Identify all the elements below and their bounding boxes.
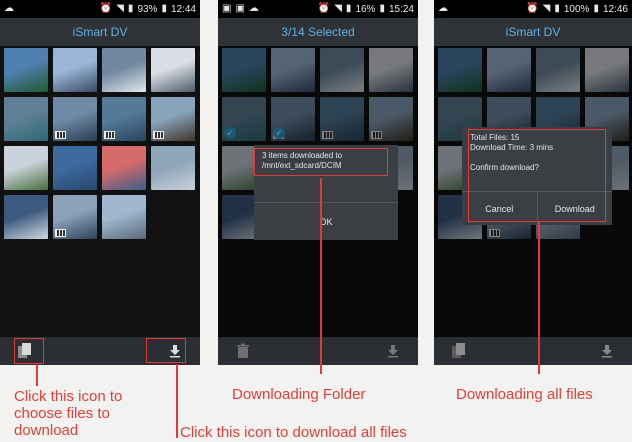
photo-thumbnail[interactable] bbox=[53, 195, 97, 239]
annotation-box-folder bbox=[254, 148, 388, 176]
photo-thumbnail[interactable] bbox=[4, 195, 48, 239]
photo-thumbnail[interactable] bbox=[151, 48, 195, 92]
caption-line: Click this icon to bbox=[14, 388, 123, 405]
annotation-box-confirm bbox=[468, 129, 606, 222]
bottom-toolbar bbox=[434, 337, 632, 365]
battery-icon: ▮ bbox=[593, 3, 599, 14]
photo-thumbnail[interactable] bbox=[53, 146, 97, 190]
caption-choose-files: Click this icon to choose files to downl… bbox=[14, 388, 122, 439]
clock: 12:44 bbox=[170, 3, 196, 15]
photo-thumbnail[interactable] bbox=[53, 97, 97, 141]
screen-confirm: ☁ ⏰ ◥ ▮ 100% ▮ 12:46 iSmart DV Total Fil… bbox=[434, 0, 632, 365]
battery-level: 100% bbox=[563, 3, 590, 15]
status-bar: ☁ ⏰ ◥ ▮ 93% ▮ 12:44 bbox=[0, 0, 200, 18]
callout-line-choose bbox=[36, 364, 38, 386]
battery-icon: ▮ bbox=[161, 3, 167, 14]
photo-thumbnail[interactable] bbox=[151, 97, 195, 141]
video-icon bbox=[55, 131, 66, 139]
caption-line: download bbox=[14, 422, 79, 439]
notification-icon: ▣ bbox=[222, 3, 232, 14]
signal-icon: ▮ bbox=[127, 3, 134, 14]
caption-downloading-all: Downloading all files bbox=[456, 386, 593, 403]
battery-level: 93% bbox=[137, 3, 158, 15]
notification-icon: ▣ bbox=[235, 3, 245, 14]
photo-thumbnail[interactable] bbox=[151, 146, 195, 190]
notification-icon: ☁ bbox=[248, 3, 259, 14]
photo-thumbnail[interactable] bbox=[4, 48, 48, 92]
bottom-toolbar bbox=[218, 337, 418, 365]
caption-downloading-folder: Downloading Folder bbox=[232, 386, 366, 403]
download-icon[interactable] bbox=[380, 340, 406, 362]
ok-button[interactable]: OK bbox=[254, 202, 398, 240]
notification-icon: ☁ bbox=[4, 3, 14, 14]
photo-thumbnail[interactable] bbox=[102, 195, 146, 239]
alarm-icon: ⏰ bbox=[99, 3, 113, 14]
app-title: iSmart DV bbox=[0, 18, 200, 46]
photo-thumbnail[interactable] bbox=[102, 97, 146, 141]
wifi-icon: ◥ bbox=[116, 3, 124, 14]
annotation-box-download bbox=[146, 338, 186, 363]
selection-title: 3/14 Selected bbox=[218, 18, 418, 46]
alarm-icon: ⏰ bbox=[526, 3, 539, 14]
callout-line-download-all bbox=[176, 364, 178, 438]
clock: 12:46 bbox=[602, 3, 628, 15]
signal-icon: ▮ bbox=[554, 3, 560, 14]
screen-gallery: ☁ ⏰ ◥ ▮ 93% ▮ 12:44 iSmart DV bbox=[0, 0, 200, 365]
annotation-box-multi-select bbox=[14, 338, 44, 364]
battery-icon: ▮ bbox=[379, 3, 385, 14]
clock: 15:24 bbox=[388, 3, 414, 15]
caption-line: choose files to bbox=[14, 405, 110, 422]
notification-icon: ☁ bbox=[438, 3, 448, 14]
wifi-icon: ◥ bbox=[542, 3, 551, 14]
download-icon[interactable] bbox=[594, 340, 620, 362]
signal-icon: ▮ bbox=[345, 3, 352, 14]
photo-thumbnail[interactable] bbox=[102, 146, 146, 190]
photo-thumbnail[interactable] bbox=[102, 48, 146, 92]
alarm-icon: ⏰ bbox=[317, 3, 331, 14]
caption-download-all: Click this icon to download all files bbox=[180, 424, 407, 441]
photo-thumbnail[interactable] bbox=[4, 146, 48, 190]
photo-thumbnail[interactable] bbox=[53, 48, 97, 92]
multi-select-icon[interactable] bbox=[446, 340, 472, 362]
status-bar: ☁ ⏰ ◥ ▮ 100% ▮ 12:46 bbox=[434, 0, 632, 18]
callout-line-folder bbox=[320, 178, 322, 374]
trash-icon[interactable] bbox=[230, 340, 256, 362]
callout-line-confirm bbox=[538, 222, 540, 374]
wifi-icon: ◥ bbox=[334, 3, 342, 14]
photo-thumbnail[interactable] bbox=[4, 97, 48, 141]
app-title: iSmart DV bbox=[434, 18, 632, 46]
video-icon bbox=[104, 131, 115, 139]
thumbnail-grid bbox=[4, 48, 196, 239]
video-icon bbox=[153, 131, 164, 139]
video-icon bbox=[55, 229, 66, 237]
status-bar: ▣ ▣ ☁ ⏰ ◥ ▮ 16% ▮ 15:24 bbox=[218, 0, 418, 18]
battery-level: 16% bbox=[355, 3, 376, 15]
screen-selected: ▣ ▣ ☁ ⏰ ◥ ▮ 16% ▮ 15:24 3/14 Selected ✓ ✓… bbox=[218, 0, 418, 365]
